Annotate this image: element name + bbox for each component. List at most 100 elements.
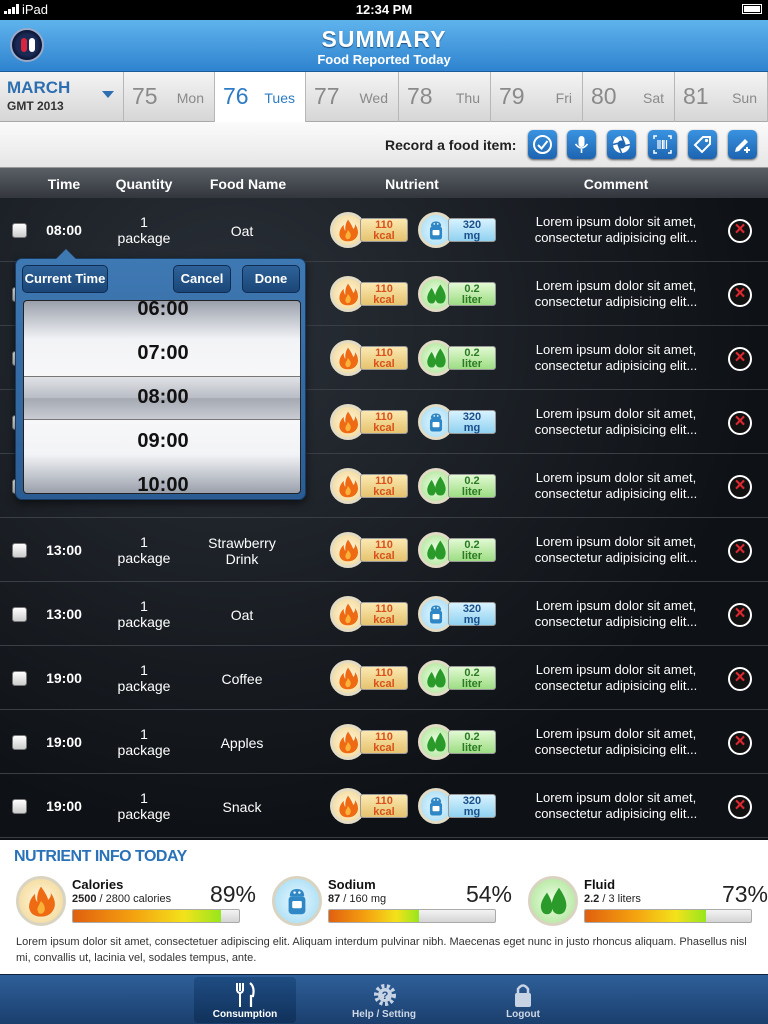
calorie-value: 110 kcal	[360, 410, 408, 434]
stat-sodium: Sodium 87 / 160 mg 54%	[272, 876, 512, 932]
day-thu[interactable]: 78 Thu	[399, 72, 491, 122]
tab-help-setting[interactable]: ? Help / Setting	[333, 977, 435, 1023]
calorie-unit: kcal	[373, 230, 395, 242]
quantity-unit: package	[117, 614, 171, 630]
stat-amount: 2.2 / 3 liters	[584, 893, 641, 905]
tab-logout[interactable]: Logout	[472, 977, 574, 1023]
row-comment: Lorem ipsum dolor sit amet, consectetur …	[534, 726, 698, 757]
day-name: Thu	[455, 90, 480, 106]
quantity-number: 1	[140, 214, 148, 230]
row-checkbox[interactable]	[12, 223, 27, 238]
progress-bar	[584, 909, 752, 923]
row-checkbox[interactable]	[12, 735, 27, 750]
nutrient-unit: mg	[463, 614, 481, 626]
calorie-value: 110 kcal	[360, 218, 408, 242]
row-comment: Lorem ipsum dolor sit amet, consectetur …	[534, 278, 698, 309]
delete-icon[interactable]	[728, 475, 752, 499]
time-option[interactable]: 07:00	[24, 342, 300, 365]
status-time: 12:34 PM	[355, 2, 413, 17]
calorie-pill: 110 kcal	[330, 724, 410, 760]
microphone-icon	[574, 136, 589, 153]
fluid-value: 0.2 liter	[448, 666, 496, 690]
time-picker-popover[interactable]: Current Time Cancel Done 06:00 07:00 08:…	[15, 249, 306, 500]
delete-icon[interactable]	[728, 347, 752, 371]
day-wed[interactable]: 77 Wed	[306, 72, 399, 122]
fluid-pill: 0.2 liter	[418, 724, 498, 760]
row-food-name: Oat	[230, 607, 254, 623]
calorie-value: 110 kcal	[360, 474, 408, 498]
delete-icon[interactable]	[728, 731, 752, 755]
chevron-down-icon	[102, 91, 114, 98]
stat-target: / 2800 calories	[96, 893, 172, 905]
calorie-value: 110 kcal	[360, 282, 408, 306]
col-quantity: Quantity	[115, 176, 173, 192]
delete-icon[interactable]	[728, 795, 752, 819]
delete-icon[interactable]	[728, 219, 752, 243]
nutrient-unit: mg	[463, 422, 481, 434]
row-food-name: Strawberry Drink	[208, 535, 276, 567]
row-food-name: Coffee	[221, 671, 263, 687]
calorie-value: 110 kcal	[360, 730, 408, 754]
row-comment: Lorem ipsum dolor sit amet, consectetur …	[534, 598, 698, 629]
table-row: 19:00 1 package Snack 110 kcal 320 mg Lorem ipsu…	[0, 774, 768, 838]
delete-icon[interactable]	[728, 603, 752, 627]
stat-target: / 160 mg	[340, 893, 387, 905]
delete-icon[interactable]	[728, 411, 752, 435]
row-food-name: Snack	[222, 799, 262, 815]
current-time-button[interactable]: Current Time	[22, 265, 108, 293]
day-name: Tues	[264, 90, 295, 106]
row-time[interactable]: 08:00	[38, 222, 90, 238]
nutrient-unit: liter	[461, 358, 483, 370]
sodium-pill: 320 mg	[418, 788, 498, 824]
quantity-unit: package	[117, 550, 171, 566]
barcode-button[interactable]	[648, 130, 677, 159]
cancel-button[interactable]: Cancel	[173, 265, 231, 293]
col-time: Time	[47, 176, 81, 192]
row-food-name: Oat	[230, 223, 254, 239]
row-comment: Lorem ipsum dolor sit amet, consectetur …	[534, 470, 698, 501]
row-checkbox[interactable]	[12, 607, 27, 622]
day-mon[interactable]: 75 Mon	[124, 72, 215, 122]
quantity-unit: package	[117, 806, 171, 822]
row-time[interactable]: 19:00	[38, 670, 90, 686]
fork-knife-icon	[236, 982, 255, 1007]
day-fri[interactable]: 79 Fri	[491, 72, 583, 122]
row-checkbox[interactable]	[12, 671, 27, 686]
stat-name: Calories	[72, 877, 124, 892]
fluid-pill: 0.2 liter	[418, 468, 498, 504]
tab-consumption[interactable]: Consumption	[194, 977, 296, 1023]
month-dropdown[interactable]: MARCH GMT 2013	[0, 72, 124, 122]
time-option[interactable]: 10:00	[24, 474, 300, 493]
row-time[interactable]: 13:00	[38, 542, 90, 558]
row-time[interactable]: 13:00	[38, 606, 90, 622]
day-sat[interactable]: 80 Sat	[583, 72, 675, 122]
done-button[interactable]: Done	[242, 265, 300, 293]
delete-icon[interactable]	[728, 667, 752, 691]
row-checkbox[interactable]	[12, 543, 27, 558]
add-entry-button[interactable]	[728, 130, 757, 159]
day-name: Wed	[359, 90, 388, 106]
day-sun[interactable]: 81 Sun	[675, 72, 768, 122]
delete-icon[interactable]	[728, 539, 752, 563]
time-wheel[interactable]: 06:00 07:00 08:00 09:00 10:00	[23, 300, 301, 494]
tag-button[interactable]	[688, 130, 717, 159]
day-tues[interactable]: 76 Tues	[215, 72, 306, 122]
time-option-selected[interactable]: 08:00	[24, 386, 300, 409]
check-button[interactable]	[528, 130, 557, 159]
delete-icon[interactable]	[728, 283, 752, 307]
time-option[interactable]: 06:00	[24, 301, 300, 321]
row-time[interactable]: 19:00	[38, 798, 90, 814]
camera-button[interactable]	[607, 130, 636, 159]
voice-record-button[interactable]	[567, 130, 596, 159]
stat-value: 2500	[72, 893, 97, 905]
camera-shutter-icon	[612, 135, 631, 154]
row-time[interactable]: 19:00	[38, 734, 90, 750]
day-number: 81	[683, 83, 709, 109]
col-comment: Comment	[583, 176, 649, 192]
time-option[interactable]: 09:00	[24, 430, 300, 453]
month-label: MARCH	[7, 78, 71, 97]
calorie-pill: 110 kcal	[330, 468, 410, 504]
droplets-icon	[528, 876, 578, 926]
row-checkbox[interactable]	[12, 799, 27, 814]
battery-icon	[742, 4, 762, 14]
